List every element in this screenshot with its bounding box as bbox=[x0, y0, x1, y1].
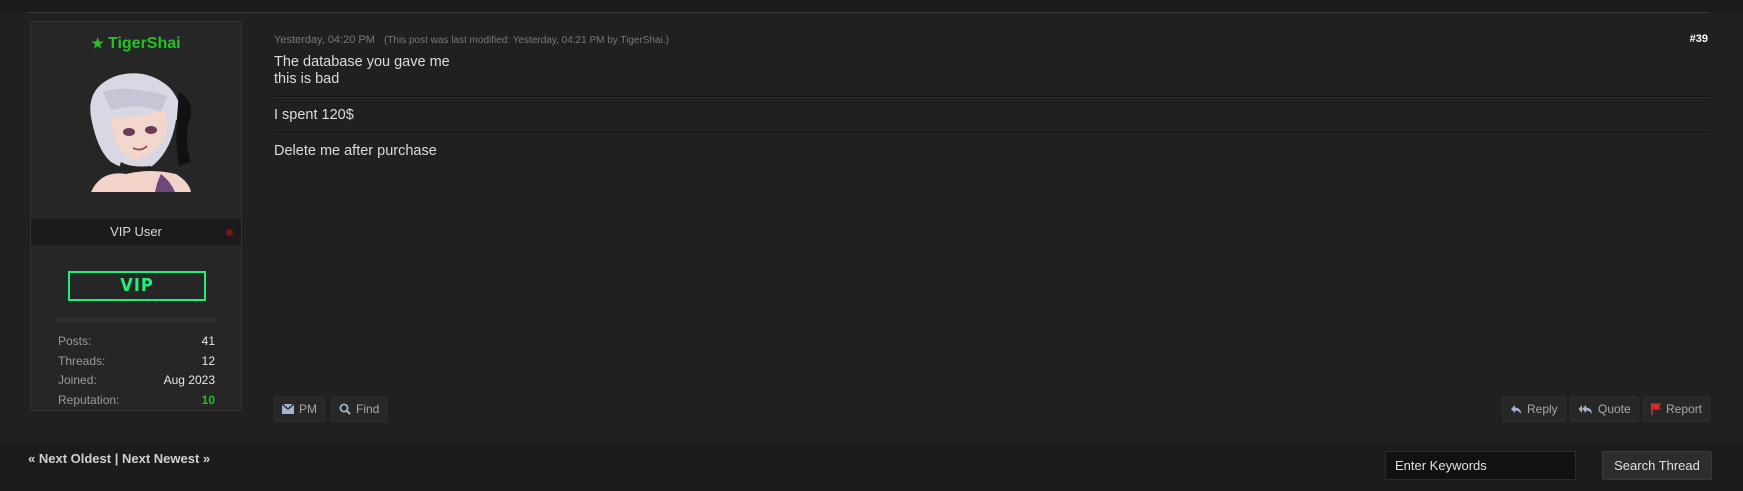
thread-search-input[interactable]: Enter Keywords bbox=[1385, 451, 1576, 480]
avatar[interactable] bbox=[71, 62, 201, 192]
reply-icon bbox=[1511, 404, 1521, 414]
usertitle: VIP User bbox=[110, 224, 162, 239]
post-body: The database you gave me this is bad I s… bbox=[274, 54, 1709, 160]
stat-value[interactable]: 41 bbox=[202, 332, 215, 352]
stat-value: Aug 2023 bbox=[163, 373, 215, 388]
next-newest-link[interactable]: Next Newest » bbox=[122, 451, 210, 466]
flag-icon bbox=[1651, 403, 1661, 415]
post-number-link[interactable]: #39 bbox=[1690, 33, 1708, 45]
thread-pager: « Next Oldest | Next Newest » bbox=[28, 451, 210, 466]
username-text[interactable]: TigerShai bbox=[108, 35, 181, 52]
stat-posts: Posts: 41 bbox=[58, 332, 215, 352]
stat-value[interactable]: 12 bbox=[202, 352, 215, 372]
post-date: Yesterday, 04:20 PM bbox=[274, 34, 375, 46]
find-button-label: Find bbox=[356, 402, 380, 416]
reply-button[interactable]: Reply bbox=[1502, 396, 1566, 422]
quote-button-label: Quote bbox=[1598, 402, 1631, 416]
usertitle-bar: VIP User bbox=[31, 219, 241, 245]
stat-label: Reputation: bbox=[58, 393, 120, 408]
post-meta: Yesterday, 04:20 PM (This post was last … bbox=[274, 34, 669, 46]
stat-joined: Joined: Aug 2023 bbox=[58, 371, 215, 391]
find-button[interactable]: Find bbox=[331, 396, 388, 422]
post-text: The database you gave me bbox=[274, 54, 450, 70]
report-button[interactable]: Report bbox=[1643, 396, 1711, 422]
stat-reputation: Reputation: 10 bbox=[58, 391, 215, 411]
envelope-icon bbox=[282, 404, 294, 414]
report-button-label: Report bbox=[1666, 402, 1703, 416]
stat-label: Threads: bbox=[58, 353, 106, 368]
quote-button[interactable]: Quote bbox=[1570, 396, 1639, 422]
divider bbox=[274, 96, 1709, 98]
divider bbox=[274, 132, 1709, 134]
post-text: I spent 120$ bbox=[274, 107, 354, 123]
pager-separator: | bbox=[114, 451, 119, 466]
stat-threads: Threads: 12 bbox=[58, 352, 215, 372]
next-oldest-link[interactable]: « Next Oldest bbox=[28, 451, 111, 466]
post-text: Delete me after purchase bbox=[274, 143, 437, 159]
edit-note: (This post was last modified: Yesterday,… bbox=[383, 35, 669, 46]
author-panel: ★ TigerShai VIP User VIP Posts: 41 Thread… bbox=[30, 21, 242, 411]
quote-reply-icon bbox=[1578, 404, 1592, 414]
search-icon bbox=[339, 403, 351, 415]
pm-button-label: PM bbox=[299, 402, 317, 416]
divider bbox=[58, 318, 214, 322]
pm-button[interactable]: PM bbox=[274, 396, 325, 422]
author-username[interactable]: ★ TigerShai bbox=[31, 35, 241, 53]
post-text: this is bad bbox=[274, 71, 340, 87]
stat-label: Posts: bbox=[58, 334, 92, 348]
offline-status-icon bbox=[226, 229, 233, 236]
reply-button-label: Reply bbox=[1527, 402, 1558, 416]
stat-label: Joined: bbox=[58, 373, 97, 388]
star-icon: ★ bbox=[91, 35, 104, 51]
search-thread-button[interactable]: Search Thread bbox=[1602, 451, 1712, 480]
vip-badge: VIP bbox=[68, 271, 206, 301]
author-stats: Posts: 41 Threads: 12 Joined: Aug 2023 R… bbox=[58, 332, 215, 411]
stat-value[interactable]: 10 bbox=[202, 391, 215, 411]
